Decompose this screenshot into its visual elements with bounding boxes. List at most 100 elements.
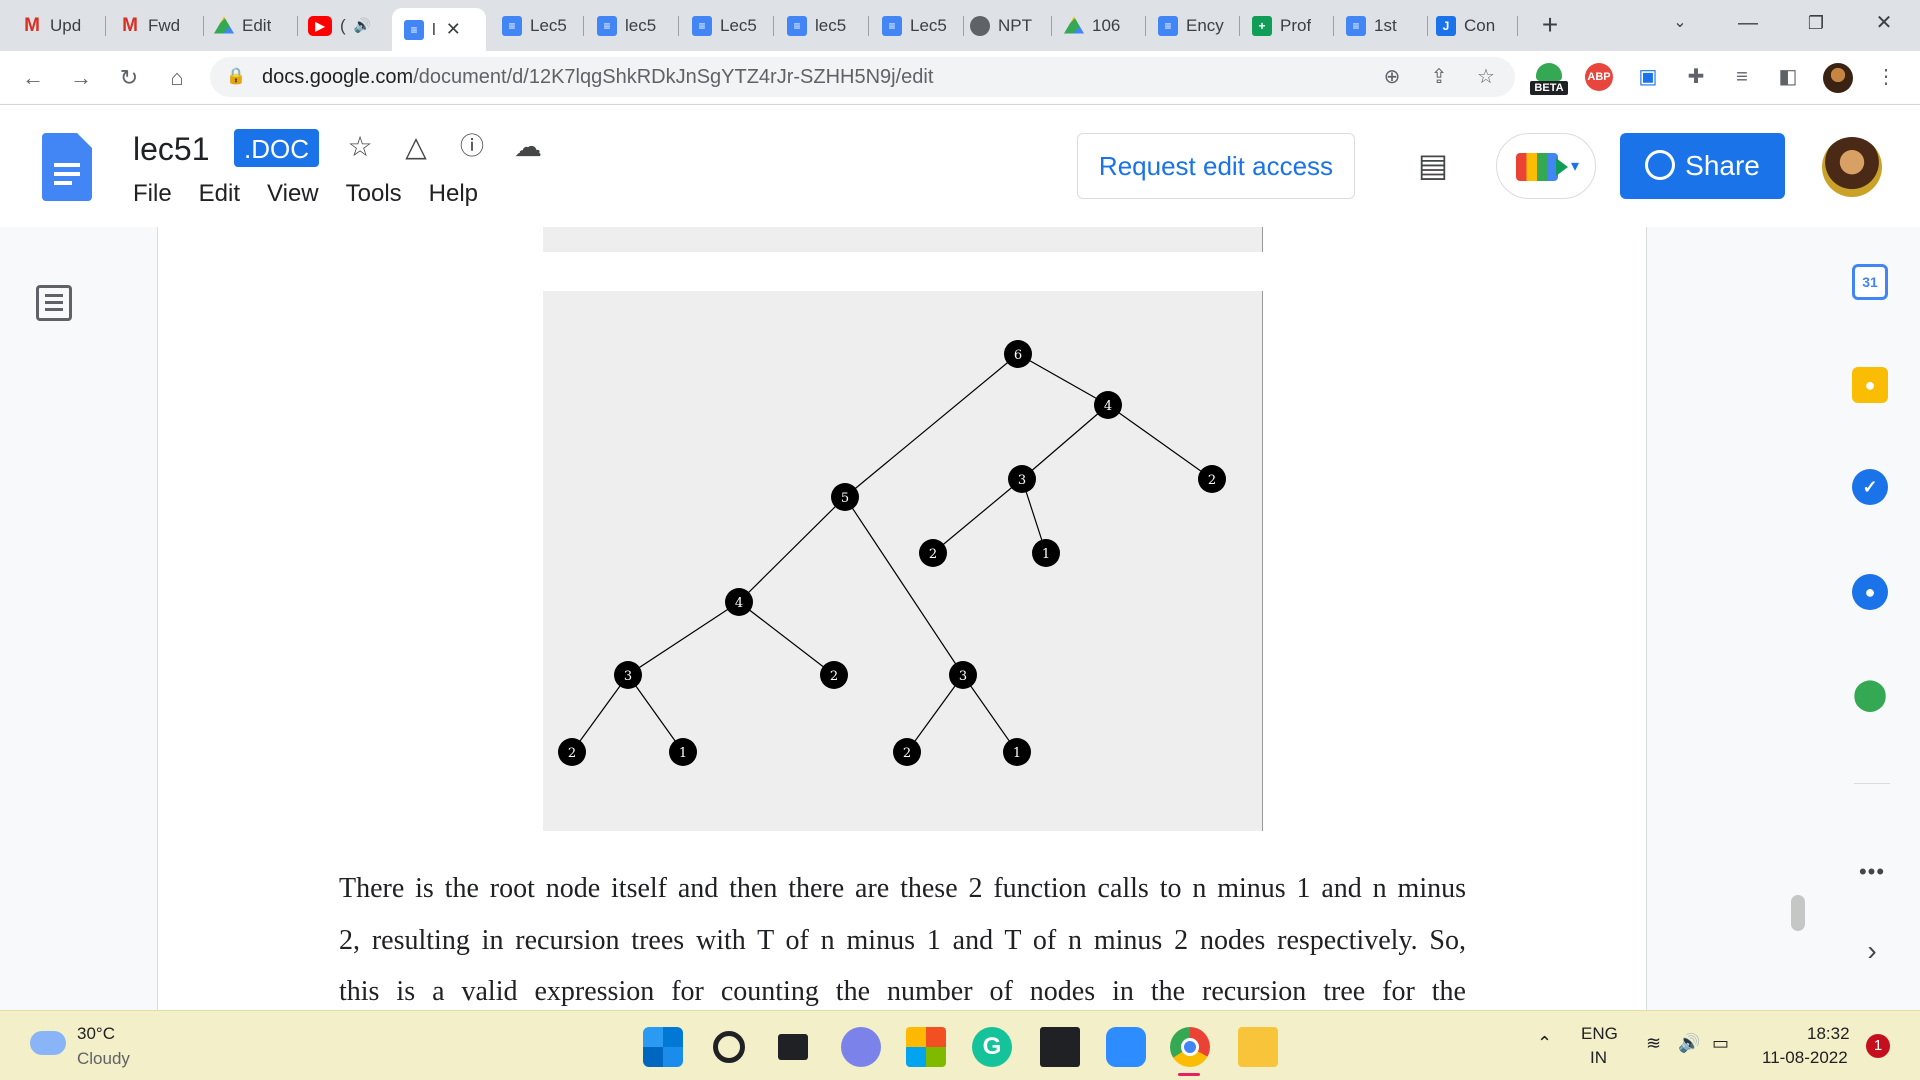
teams-chat-icon[interactable] xyxy=(841,1027,881,1067)
previous-figure xyxy=(543,227,1263,252)
info-icon[interactable]: ⓘ xyxy=(454,129,490,165)
reload-icon[interactable]: ↻ xyxy=(112,61,146,95)
tree-edge xyxy=(932,478,1023,554)
url-text[interactable]: docs.google.com/document/d/12K7lqgShkRDk… xyxy=(262,66,933,89)
menu-edit[interactable]: Edit xyxy=(199,180,240,208)
cloud-status-icon[interactable]: ☁ xyxy=(510,129,546,165)
kebab-menu-icon[interactable]: ⋮ xyxy=(1870,61,1902,93)
address-bar[interactable]: 🔒 docs.google.com/document/d/12K7lqgShkR… xyxy=(210,57,1515,97)
tab-sheets[interactable]: + Prof xyxy=(1240,8,1334,43)
tree-edge xyxy=(571,674,629,753)
share-page-icon[interactable]: ⇪ xyxy=(1425,63,1453,91)
adblock-icon[interactable]: ABP xyxy=(1585,63,1613,91)
search-icon[interactable] xyxy=(713,1031,745,1063)
grammarly-icon[interactable]: G xyxy=(972,1027,1012,1067)
account-avatar[interactable] xyxy=(1822,137,1882,197)
tab-doc[interactable]: ≡ lec5 xyxy=(585,8,679,43)
file-explorer-icon[interactable] xyxy=(1238,1027,1278,1067)
calendar-icon[interactable]: 31 xyxy=(1852,264,1888,300)
speaker-icon[interactable]: 🔊 xyxy=(354,17,371,34)
store-icon[interactable] xyxy=(906,1027,946,1067)
profile-avatar[interactable] xyxy=(1823,63,1853,93)
new-tab-button[interactable]: + xyxy=(1535,8,1565,42)
language-indicator[interactable]: ENG xyxy=(1581,1024,1618,1044)
side-panel-icon[interactable]: ◧ xyxy=(1772,61,1804,93)
tree-edge xyxy=(627,601,740,676)
tree-node-label: 3 xyxy=(1018,473,1026,488)
vertical-scrollbar[interactable] xyxy=(1791,895,1805,931)
zoom-app-icon[interactable] xyxy=(1106,1027,1146,1067)
zoom-icon[interactable]: ⊕ xyxy=(1378,63,1406,91)
home-icon[interactable]: ⌂ xyxy=(160,61,194,95)
request-edit-access-button[interactable]: Request edit access xyxy=(1077,133,1355,199)
tree-edge xyxy=(906,674,964,753)
close-window-button[interactable]: ✕ xyxy=(1864,8,1904,38)
weather-description[interactable]: Cloudy xyxy=(77,1049,130,1069)
bookmark-star-icon[interactable]: ☆ xyxy=(1472,63,1500,91)
tab-jamboard[interactable]: J Con xyxy=(1424,8,1518,43)
forward-arrow-icon[interactable]: → xyxy=(64,61,98,95)
document-title[interactable]: lec51 xyxy=(133,131,210,168)
clock-date[interactable]: 11-08-2022 xyxy=(1762,1048,1848,1068)
expand-side-panel-icon[interactable]: › xyxy=(1854,935,1890,967)
maps-pin-icon[interactable]: ⬤ xyxy=(1852,677,1888,713)
meet-button[interactable]: ▾ xyxy=(1496,133,1596,199)
menu-help[interactable]: Help xyxy=(429,180,478,208)
lock-icon[interactable]: 🔒 xyxy=(226,66,246,86)
star-icon[interactable]: ☆ xyxy=(342,129,378,165)
document-canvas: 6 4 3 2 5 2 1 4 3 2 3 2 1 2 1 There is the root node i… xyxy=(0,227,1920,1010)
comment-history-icon[interactable]: ▤ xyxy=(1413,145,1453,185)
start-icon[interactable] xyxy=(643,1027,683,1067)
tab-active-doc[interactable]: ≡ l ✕ xyxy=(392,8,486,51)
contacts-icon[interactable]: ● xyxy=(1852,574,1888,610)
tab-label: 1st xyxy=(1374,15,1397,35)
tab-web[interactable]: NPT xyxy=(958,8,1052,43)
tab-doc[interactable]: ≡ lec5 xyxy=(775,8,869,43)
tab-label: Lec5 xyxy=(720,15,757,35)
menu-view[interactable]: View xyxy=(267,180,319,208)
close-tab-icon[interactable]: ✕ xyxy=(446,19,461,40)
volume-icon[interactable]: 🔊 xyxy=(1678,1033,1700,1054)
tab-label: Con xyxy=(1464,15,1496,35)
battery-icon[interactable]: ▭ xyxy=(1712,1033,1729,1054)
clock-time[interactable]: 18:32 xyxy=(1807,1024,1850,1044)
chrome-icon[interactable] xyxy=(1170,1027,1210,1067)
keep-icon[interactable]: ● xyxy=(1852,367,1888,403)
region-indicator[interactable]: IN xyxy=(1590,1048,1607,1068)
docs-logo-icon[interactable] xyxy=(42,133,92,201)
notification-badge[interactable]: 1 xyxy=(1866,1034,1890,1058)
share-button[interactable]: Share xyxy=(1620,133,1785,199)
tab-drive-edit[interactable]: Edit xyxy=(202,8,298,43)
chevron-up-icon[interactable]: ⌃ xyxy=(1537,1033,1552,1054)
task-view-icon[interactable] xyxy=(778,1034,808,1060)
beta-extension-icon[interactable]: BETA xyxy=(1530,61,1568,95)
tab-drive[interactable]: 106 xyxy=(1052,8,1146,43)
document-outline-icon[interactable] xyxy=(36,285,72,321)
media-control-icon[interactable]: ≡ xyxy=(1726,61,1758,93)
menu-tools[interactable]: Tools xyxy=(346,180,402,208)
tab-gmail-fwd[interactable]: M Fwd xyxy=(108,8,204,43)
docs-icon: ≡ xyxy=(1158,15,1178,36)
wifi-icon[interactable]: ≋ xyxy=(1646,1033,1661,1054)
move-to-drive-icon[interactable]: △ xyxy=(398,129,434,165)
tab-doc[interactable]: ≡ Lec5 xyxy=(490,8,584,43)
tab-doc[interactable]: ≡ Ency xyxy=(1146,8,1240,43)
weather-temperature[interactable]: 30°C xyxy=(77,1024,115,1044)
tab-doc[interactable]: ≡ Lec5 xyxy=(870,8,964,43)
tab-doc[interactable]: ≡ Lec5 xyxy=(680,8,774,43)
minimize-button[interactable]: — xyxy=(1728,8,1768,38)
tab-doc[interactable]: ≡ 1st xyxy=(1334,8,1428,43)
menu-file[interactable]: File xyxy=(133,180,172,208)
restore-button[interactable]: ❐ xyxy=(1796,8,1836,38)
tab-search-icon[interactable]: ⌄ xyxy=(1660,8,1700,38)
back-arrow-icon[interactable]: ← xyxy=(16,61,50,95)
sticky-notes-icon[interactable] xyxy=(1040,1027,1080,1067)
menu-bar: File Edit View Tools Help xyxy=(133,180,505,208)
cloud-icon[interactable] xyxy=(30,1031,66,1055)
tab-gmail-upd[interactable]: M Upd xyxy=(10,8,106,43)
tasks-icon[interactable]: ✓ xyxy=(1852,469,1888,505)
tab-youtube[interactable]: ▶ ( 🔊 xyxy=(296,8,392,43)
screen-capture-icon[interactable]: ▣ xyxy=(1632,61,1664,93)
extensions-puzzle-icon[interactable]: ✚ xyxy=(1680,61,1712,93)
more-addons-icon[interactable]: ••• xyxy=(1854,859,1890,885)
